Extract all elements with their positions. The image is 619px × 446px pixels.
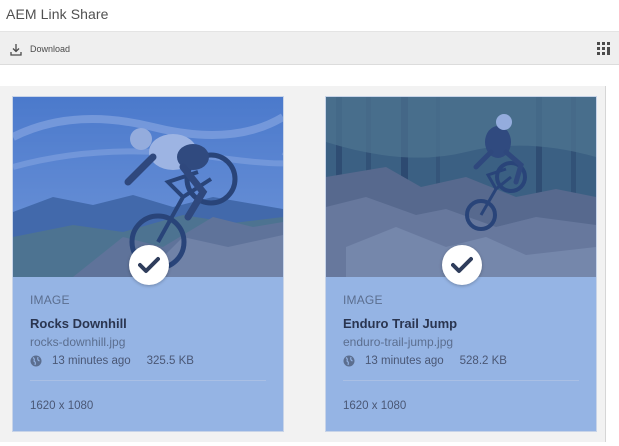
card-divider xyxy=(343,380,579,381)
asset-size: 528.2 KB xyxy=(459,355,507,367)
asset-type: IMAGE xyxy=(343,293,383,307)
asset-filename: enduro-trail-jump.jpg xyxy=(343,335,454,349)
card-divider xyxy=(30,380,266,381)
scroll-edge xyxy=(605,86,606,442)
asset-grid: IMAGE Rocks Downhill rocks-downhill.jpg … xyxy=(0,86,606,442)
grid-view-icon xyxy=(597,42,610,55)
action-toolbar: Download xyxy=(0,31,619,65)
globe-icon xyxy=(30,355,42,367)
asset-card[interactable]: IMAGE Enduro Trail Jump enduro-trail-jum… xyxy=(325,96,597,432)
asset-dimensions: 1620 x 1080 xyxy=(343,400,407,412)
asset-card[interactable]: IMAGE Rocks Downhill rocks-downhill.jpg … xyxy=(12,96,284,432)
download-button[interactable]: Download xyxy=(10,40,70,58)
selected-check[interactable] xyxy=(442,245,482,285)
checkmark-icon xyxy=(451,257,473,273)
download-label: Download xyxy=(30,44,71,54)
asset-type: IMAGE xyxy=(30,293,70,307)
view-switch-button[interactable] xyxy=(597,42,611,56)
app-titlebar: AEM Link Share xyxy=(0,0,619,30)
selected-check[interactable] xyxy=(129,245,169,285)
asset-size: 325.5 KB xyxy=(146,355,194,367)
asset-info: 13 minutes ago 325.5 KB xyxy=(30,355,270,367)
asset-title[interactable]: Rocks Downhill xyxy=(30,316,270,331)
asset-dimensions: 1620 x 1080 xyxy=(30,400,94,412)
asset-meta: IMAGE Enduro Trail Jump enduro-trail-jum… xyxy=(343,293,583,367)
asset-title[interactable]: Enduro Trail Jump xyxy=(343,316,583,331)
checkmark-icon xyxy=(138,257,160,273)
asset-modified: 13 minutes ago xyxy=(52,355,131,367)
asset-modified: 13 minutes ago xyxy=(365,355,444,367)
download-icon xyxy=(10,43,22,56)
globe-icon xyxy=(343,355,355,367)
app-title: AEM Link Share xyxy=(6,6,109,22)
asset-filename: rocks-downhill.jpg xyxy=(30,335,126,349)
asset-info: 13 minutes ago 528.2 KB xyxy=(343,355,583,367)
asset-meta: IMAGE Rocks Downhill rocks-downhill.jpg … xyxy=(30,293,270,367)
